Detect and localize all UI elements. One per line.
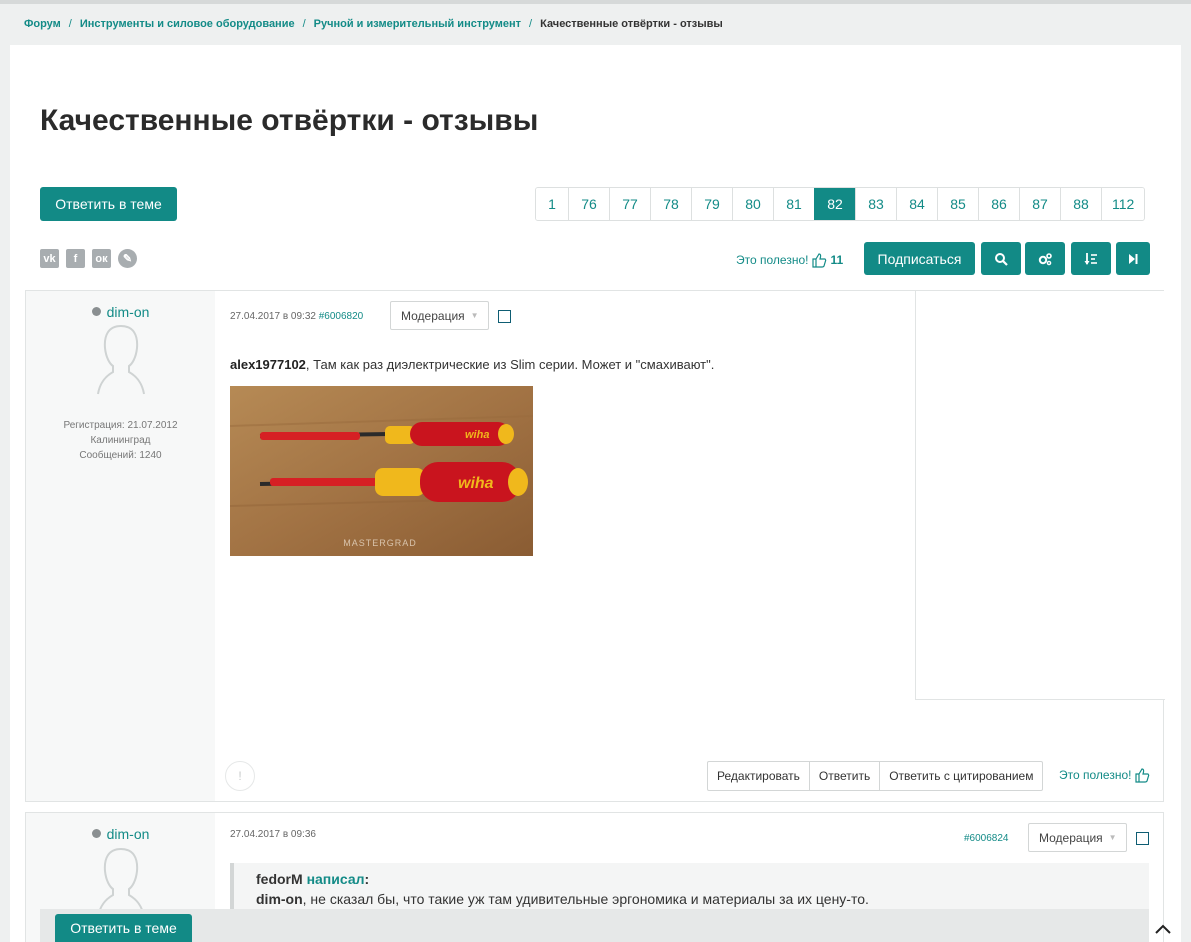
photo-brand-large: wiha <box>458 475 494 492</box>
page-title: Качественные отвёртки - отзывы <box>40 104 539 137</box>
moderation-dropdown[interactable]: Модерация ▼ <box>1028 823 1127 852</box>
page-link[interactable]: 112 <box>1101 188 1145 220</box>
thumbs-up-icon <box>1135 768 1150 783</box>
post-actions: Редактировать Ответить Ответить с цитиро… <box>707 761 1044 791</box>
page-link[interactable]: 80 <box>732 188 773 220</box>
vk-icon[interactable]: vk <box>40 249 59 268</box>
post-text: , Там как раз диэлектрические из Slim се… <box>305 357 715 372</box>
odnoklassniki-icon[interactable]: ок <box>92 249 111 268</box>
post-date-line: 27.04.2017 в 09:36 <box>230 829 316 840</box>
quote-author[interactable]: fedorM <box>256 871 303 887</box>
search-icon[interactable] <box>981 242 1021 275</box>
page-link[interactable]: 83 <box>855 188 896 220</box>
page-link[interactable]: 86 <box>978 188 1019 220</box>
breadcrumb-hand-tools[interactable]: Ручной и измерительный инструмент <box>314 18 521 30</box>
chevron-down-icon: ▼ <box>470 311 479 320</box>
edit-button[interactable]: Редактировать <box>708 762 809 790</box>
chevron-up-icon[interactable] <box>1152 919 1174 939</box>
page-link[interactable]: 88 <box>1060 188 1101 220</box>
moderation-dropdown[interactable]: Модерация ▼ <box>390 301 489 330</box>
page-link[interactable]: 81 <box>773 188 814 220</box>
info-icon[interactable]: ! <box>225 761 255 791</box>
sticky-bottom-bar <box>40 909 1149 942</box>
subscribe-button[interactable]: Подписаться <box>864 242 975 275</box>
author-city: Калининград <box>90 435 151 446</box>
breadcrumb: Форум / Инструменты и силовое оборудование… <box>24 18 723 30</box>
reply-with-quote-button[interactable]: Ответить с цитированием <box>879 762 1042 790</box>
quote-header: fedorM написал: <box>256 869 1149 889</box>
moderation-label: Модерация <box>401 308 465 323</box>
useful-label: Это полезно! <box>1059 768 1132 782</box>
page-link[interactable]: 87 <box>1019 188 1060 220</box>
pagination: 1 76 77 78 79 80 81 82 83 84 85 86 87 88… <box>535 187 1146 221</box>
quote-colon: : <box>364 871 370 887</box>
useful-count: 11 <box>830 253 844 267</box>
page-link[interactable]: 77 <box>609 188 650 220</box>
author-meta: Регистрация: 21.07.2012 Калининград Сооб… <box>26 418 215 463</box>
post-photo[interactable]: wiha wiha MASTERGRAD <box>230 386 533 556</box>
facebook-icon[interactable]: f <box>66 249 85 268</box>
avatar <box>97 325 145 395</box>
page-link[interactable]: 76 <box>568 188 609 220</box>
thumbs-up-icon <box>812 253 827 268</box>
reply-in-topic-button[interactable]: Ответить в теме <box>40 187 177 221</box>
moderation-label: Модерация <box>1039 830 1103 845</box>
breadcrumb-separator: / <box>68 18 72 30</box>
breadcrumb-separator: / <box>302 18 306 30</box>
select-post-checkbox[interactable] <box>1136 832 1149 845</box>
reply-in-topic-button-bottom[interactable]: Ответить в теме <box>55 914 192 942</box>
select-post-checkbox[interactable] <box>498 310 511 323</box>
page-link[interactable]: 79 <box>691 188 732 220</box>
post-date-line: 27.04.2017 в 09:32 #6006820 <box>230 311 363 322</box>
breadcrumb-forum[interactable]: Форум <box>24 18 61 30</box>
post-date: 27.04.2017 в 09:36 <box>230 829 316 840</box>
page-current: 82 <box>814 188 855 220</box>
useful-label: Это полезно! <box>736 253 809 267</box>
post-body: alex1977102, Там как раз диэлектрические… <box>230 357 714 372</box>
photo-watermark: MASTERGRAD <box>343 538 417 548</box>
post-permalink[interactable]: #6006824 <box>964 833 1009 844</box>
useful-button[interactable]: Это полезно! <box>1059 767 1150 783</box>
author-registration: Регистрация: 21.07.2012 <box>63 420 178 431</box>
breadcrumb-separator: / <box>529 18 533 30</box>
livejournal-icon[interactable]: ✎ <box>118 249 137 268</box>
author-message-count: Сообщений: 1240 <box>79 450 162 461</box>
chevron-down-icon: ▼ <box>1108 833 1117 842</box>
useful-counter[interactable]: Это полезно! 11 <box>736 252 843 268</box>
sidebar-ad-area <box>915 291 1165 700</box>
author-name[interactable]: dim-on <box>26 826 215 842</box>
quote-body: dim-on, не сказал бы, что такие уж там у… <box>256 889 1149 909</box>
social-share: vk f ок ✎ <box>40 249 137 268</box>
last-page-icon[interactable] <box>1116 242 1150 275</box>
breadcrumb-tools[interactable]: Инструменты и силовое оборудование <box>80 18 295 30</box>
offline-status-icon <box>91 829 101 838</box>
quote-source-link[interactable]: написал <box>307 871 365 887</box>
post-permalink[interactable]: #6006820 <box>319 311 364 322</box>
quote-text: , не сказал бы, что такие уж там удивите… <box>302 891 869 907</box>
mentioned-user[interactable]: alex1977102 <box>230 357 306 372</box>
author-name-text: dim-on <box>106 304 150 320</box>
post-date: 27.04.2017 в 09:32 <box>230 311 316 322</box>
breadcrumb-current: Качественные отвёртки - отзывы <box>540 18 723 30</box>
page-link[interactable]: 78 <box>650 188 691 220</box>
photo-brand-small: wiha <box>465 429 489 441</box>
top-border <box>0 0 1191 4</box>
page-link[interactable]: 1 <box>536 188 568 220</box>
quote-block: fedorM написал: dim-on, не сказал бы, чт… <box>230 863 1149 913</box>
page-link[interactable]: 84 <box>896 188 937 220</box>
settings-icon[interactable] <box>1025 242 1065 275</box>
offline-status-icon <box>91 307 101 316</box>
author-name[interactable]: dim-on <box>26 304 215 320</box>
sort-icon[interactable] <box>1071 242 1111 275</box>
post-permalink-wrap: #6006824 <box>964 833 1009 844</box>
author-name-text: dim-on <box>106 826 150 842</box>
page-link[interactable]: 85 <box>937 188 978 220</box>
quote-mentioned-user[interactable]: dim-on <box>256 891 303 907</box>
reply-button[interactable]: Ответить <box>808 762 879 790</box>
